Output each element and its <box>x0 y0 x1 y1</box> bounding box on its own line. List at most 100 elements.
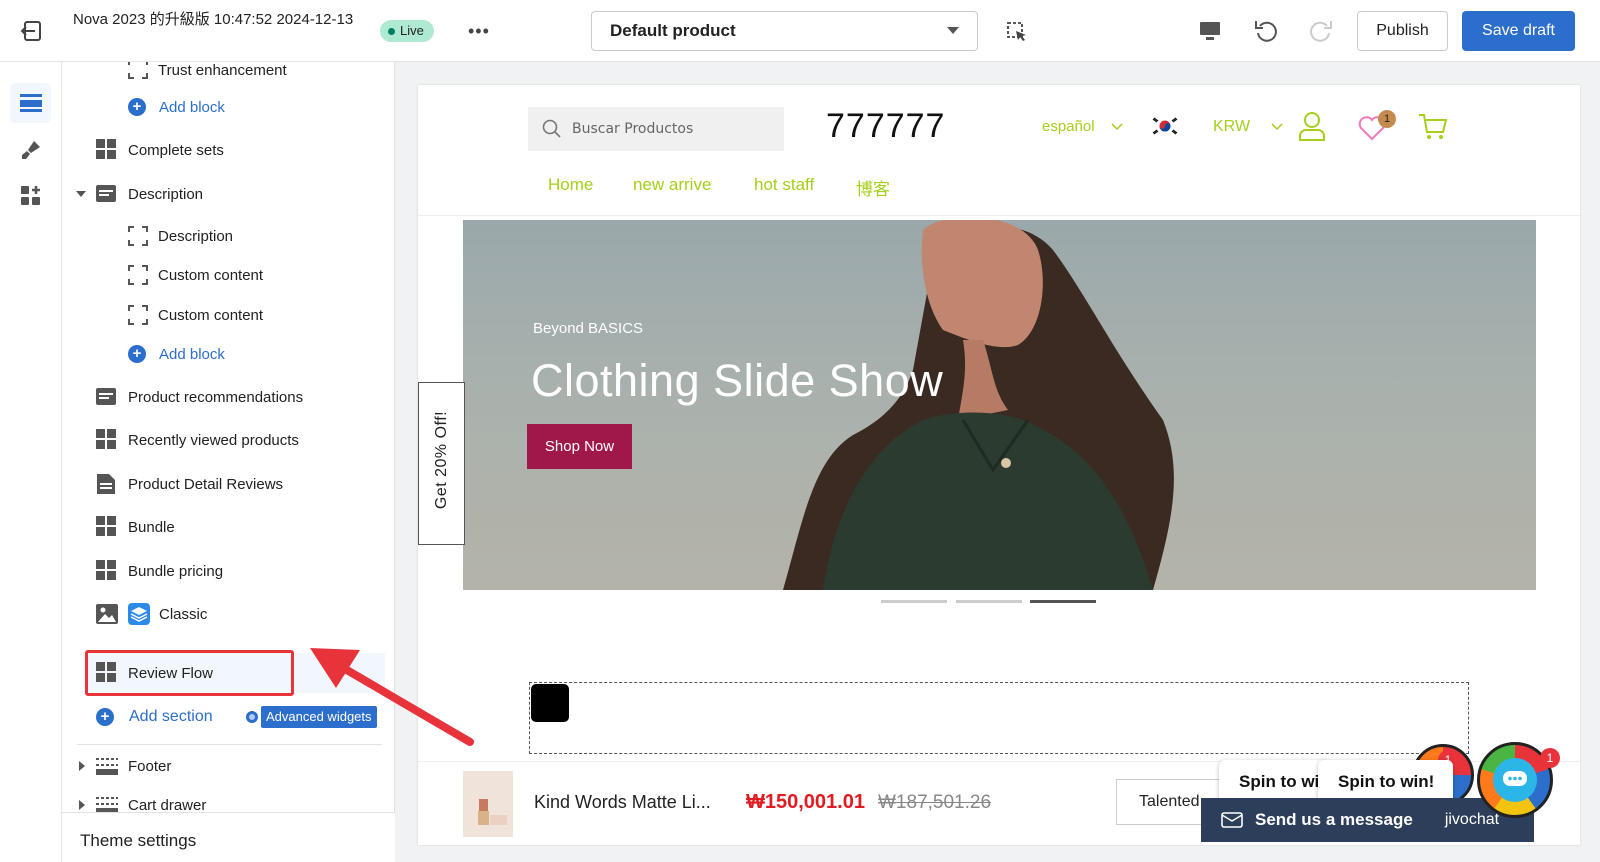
block-bracket-icon <box>128 265 150 287</box>
nav-hot-staff[interactable]: hot staff <box>754 175 814 195</box>
store-title: Nova 2023 的升級版 10:47:52 2024-12-13 <box>73 11 354 28</box>
slide-indicator[interactable] <box>956 600 1022 603</box>
layers-app-icon <box>128 603 150 625</box>
cart-icon[interactable] <box>1418 113 1448 146</box>
section-complete-sets[interactable]: Complete sets <box>62 130 394 170</box>
add-section-button[interactable]: + Add section <box>62 697 242 737</box>
product-price: ₩150,001.01 <box>746 791 865 813</box>
publish-button[interactable]: Publish <box>1357 11 1448 51</box>
shop-now-button[interactable]: Shop Now <box>527 424 632 469</box>
discount-side-tab[interactable]: Get 20% Off! <box>418 382 465 545</box>
more-actions-icon[interactable]: ••• <box>468 21 490 42</box>
product-thumbnail <box>463 771 513 837</box>
editor-topbar: Nova 2023 的升級版 10:47:52 2024-12-13 Live … <box>0 0 1600 62</box>
block-bracket-icon <box>128 305 150 327</box>
section-footer[interactable]: Footer <box>62 746 382 786</box>
block-label: Custom content <box>158 306 264 324</box>
block-bracket-icon <box>128 226 150 248</box>
chat-message-label: Send us a message <box>1255 810 1413 829</box>
annotation-arrow-icon <box>310 648 474 746</box>
section-product-detail-reviews[interactable]: Product Detail Reviews <box>62 464 394 504</box>
block-trust-enhancement[interactable]: Trust enhancement <box>62 62 394 90</box>
block-description[interactable]: Description <box>62 216 394 256</box>
add-block-button[interactable]: + Add block <box>62 334 394 374</box>
nav-new-arrive[interactable]: new arrive <box>633 175 711 195</box>
plus-circle-icon: + <box>128 98 146 116</box>
redo-icon[interactable] <box>1308 18 1334 44</box>
editor-rail <box>0 62 62 862</box>
section-label: Product recommendations <box>128 388 304 406</box>
hero-slideshow: Beyond BASICS Clothing Slide Show Shop N… <box>463 220 1536 590</box>
theme-settings-button[interactable]: Theme settings <box>62 812 395 862</box>
nav-home[interactable]: Home <box>548 175 593 195</box>
language-selector[interactable]: español <box>1042 118 1123 135</box>
advanced-widgets-dot-icon <box>246 711 258 723</box>
store-search-input[interactable]: Buscar Productos <box>528 107 784 151</box>
grid-icon <box>96 516 118 538</box>
currency-selector[interactable]: KRW <box>1213 118 1283 136</box>
section-box-icon <box>96 386 118 408</box>
block-label: Trust enhancement <box>158 62 287 79</box>
section-product-recommendations[interactable]: Product recommendations <box>62 377 394 417</box>
live-label: Live <box>400 23 424 38</box>
grid-icon <box>96 560 118 582</box>
block-custom-content[interactable]: Custom content <box>62 255 394 295</box>
caret-right-icon[interactable] <box>79 800 86 810</box>
caret-right-icon[interactable] <box>79 761 86 771</box>
live-badge: Live <box>380 20 434 42</box>
undo-icon[interactable] <box>1253 18 1279 44</box>
hero-subtitle: Beyond BASICS <box>533 320 644 337</box>
slide-indicator[interactable] <box>881 600 947 603</box>
inspector-select-icon[interactable] <box>1006 21 1028 43</box>
chevron-down-icon <box>947 27 959 34</box>
slide-indicator-active[interactable] <box>1030 600 1096 603</box>
store-logo[interactable]: 777777 <box>826 107 945 146</box>
section-description[interactable]: Description <box>62 174 394 214</box>
review-flow-widget[interactable] <box>531 684 569 722</box>
block-label: Description <box>158 227 234 245</box>
image-icon <box>96 603 118 625</box>
review-flow-placeholder[interactable] <box>529 682 1469 754</box>
block-bracket-icon <box>128 62 150 81</box>
review-flow-highlight <box>85 650 294 696</box>
section-bundle-pricing[interactable]: Bundle pricing <box>62 551 394 591</box>
currency-label: KRW <box>1213 118 1251 135</box>
plus-circle-icon: + <box>128 345 146 363</box>
add-block-button[interactable]: + Add block <box>62 87 394 127</box>
save-draft-button[interactable]: Save draft <box>1462 11 1575 51</box>
exit-icon[interactable] <box>20 20 44 42</box>
section-label: Cart drawer <box>128 796 207 814</box>
section-label: Footer <box>128 757 172 775</box>
section-label: Description <box>128 185 204 203</box>
section-classic[interactable]: Classic <box>62 594 394 634</box>
add-block-label: Add block <box>159 98 225 116</box>
korea-flag-icon <box>1150 115 1180 137</box>
chat-brand: jivochat <box>1444 811 1500 828</box>
theme-brush-icon[interactable] <box>10 130 51 170</box>
account-icon[interactable] <box>1298 111 1326 146</box>
chevron-down-icon <box>1270 123 1283 131</box>
live-dot-icon <box>388 27 395 35</box>
section-box-icon <box>96 183 118 205</box>
chevron-down-icon <box>1111 123 1123 131</box>
section-label: Bundle <box>128 518 175 536</box>
template-select[interactable]: Default product <box>591 11 978 51</box>
nav-blog[interactable]: 博客 <box>856 175 890 200</box>
add-block-label: Add block <box>159 345 225 363</box>
wishlist-count-badge: 1 <box>1378 110 1396 128</box>
plus-circle-icon: + <box>96 708 114 726</box>
caret-down-icon[interactable] <box>76 191 86 198</box>
jivochat-bar[interactable]: Send us a message jivochat <box>1201 798 1534 842</box>
section-recently-viewed[interactable]: Recently viewed products <box>62 420 394 460</box>
block-custom-content[interactable]: Custom content <box>62 295 394 335</box>
section-bundle[interactable]: Bundle <box>62 507 394 547</box>
sections-icon[interactable] <box>10 83 51 123</box>
product-compare-price: ₩187,501.26 <box>878 792 992 813</box>
chat-bubble-icon[interactable] <box>1493 758 1537 802</box>
apps-icon[interactable] <box>10 176 51 216</box>
desktop-view-icon[interactable] <box>1197 18 1223 44</box>
product-name: Kind Words Matte Li... <box>534 792 711 812</box>
footer-section-icon <box>96 756 118 778</box>
template-select-value: Default product <box>610 21 736 40</box>
search-placeholder: Buscar Productos <box>572 121 694 137</box>
